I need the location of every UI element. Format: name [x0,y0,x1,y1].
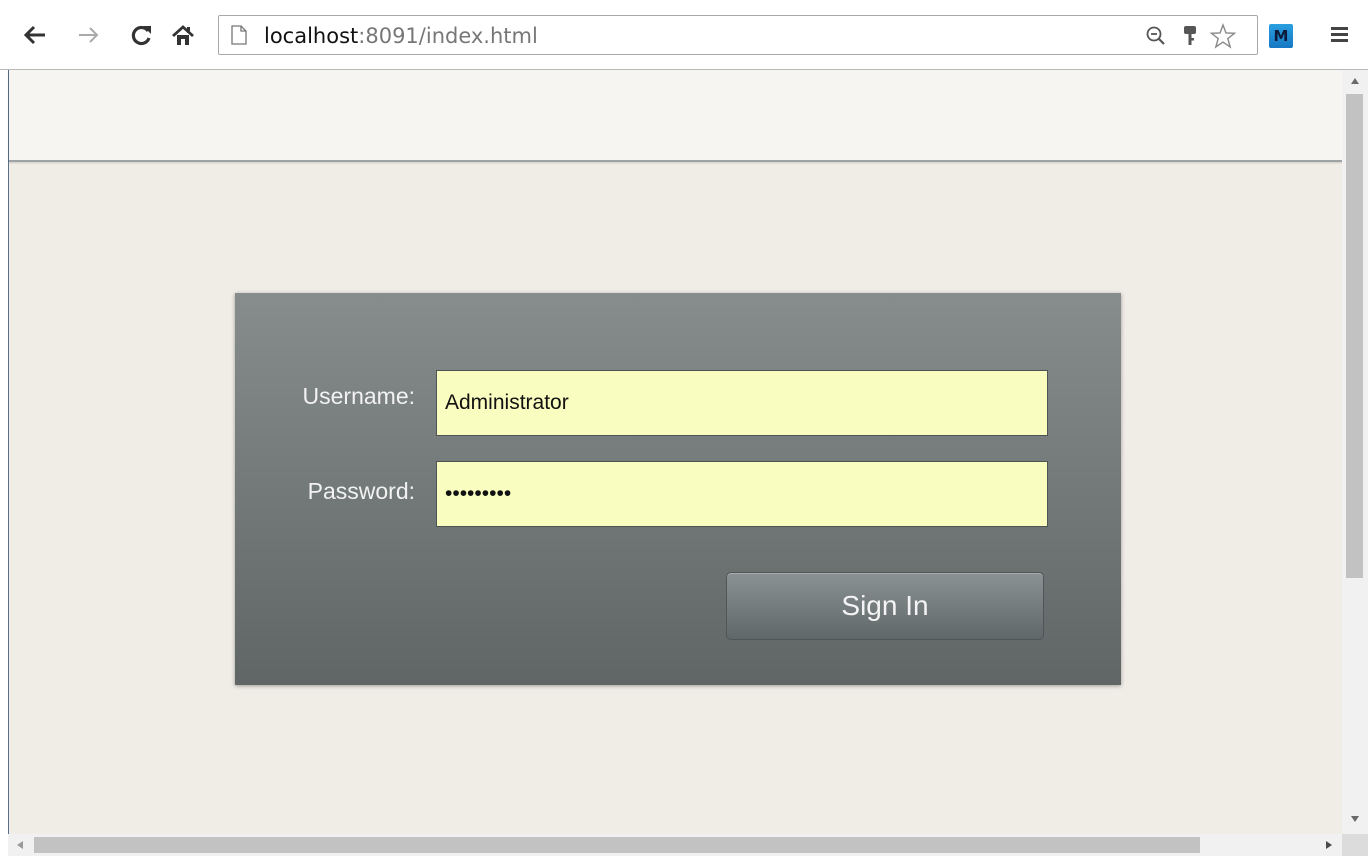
bookmark-button[interactable] [1209,23,1237,49]
page-viewport: Username: Password: Sign In [8,70,1343,834]
reload-button[interactable] [129,22,155,48]
password-input[interactable] [436,461,1048,527]
zoom-button[interactable] [1145,25,1167,47]
sign-in-button[interactable]: Sign In [726,572,1044,640]
username-label: Username: [302,383,415,409]
star-icon [1210,23,1236,49]
page-header-bar [9,70,1343,162]
forward-button[interactable] [76,22,102,48]
url-text: localhost:8091/index.html [264,23,538,49]
horizontal-scrollbar[interactable] [8,834,1342,856]
extension-m-icon[interactable]: M [1269,24,1293,48]
arrow-left-icon [24,25,45,45]
scroll-down-arrow-icon[interactable] [1351,816,1359,822]
username-input[interactable] [436,370,1048,436]
scroll-up-arrow-icon[interactable] [1351,78,1359,84]
home-icon [172,25,194,45]
arrow-right-icon [79,27,99,43]
url-path: :8091/index.html [358,24,538,48]
scrollbar-corner [1342,834,1368,856]
hamburger-menu-icon[interactable] [1327,24,1351,46]
browser-toolbar: localhost:8091/index.html M [0,0,1368,70]
url-host: localhost [264,24,359,48]
vertical-scrollbar[interactable] [1342,70,1368,834]
reload-icon [131,25,151,46]
address-bar[interactable]: localhost:8091/index.html [218,15,1258,55]
key-icon [1184,26,1196,45]
login-panel: Username: Password: Sign In [235,293,1121,685]
password-key-button[interactable] [1179,25,1201,47]
zoom-out-icon [1146,26,1165,45]
horizontal-scroll-thumb[interactable] [34,837,1200,853]
scroll-right-arrow-icon[interactable] [1326,841,1332,849]
password-label: Password: [307,478,415,504]
vertical-scroll-thumb[interactable] [1346,94,1363,578]
window-left-edge [0,70,8,856]
scroll-left-arrow-icon[interactable] [17,841,23,849]
page-icon [231,25,247,45]
home-button[interactable] [170,22,196,48]
back-button[interactable] [22,22,48,48]
